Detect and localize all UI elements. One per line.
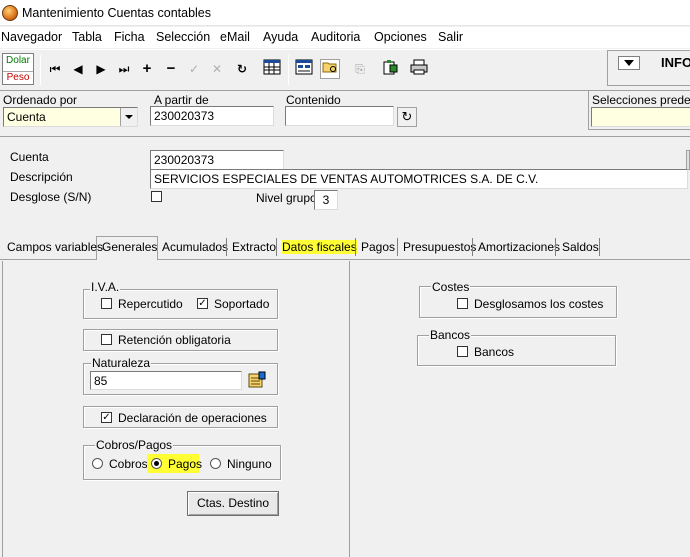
nivel-grupo-input[interactable]: 3 — [314, 190, 338, 210]
cobros-radio[interactable] — [92, 458, 103, 469]
selecciones-label: Selecciones predefin — [592, 93, 690, 107]
chevron-down-icon[interactable] — [120, 108, 137, 126]
menu-salir[interactable]: Salir — [438, 30, 463, 44]
tab-separator — [397, 238, 398, 256]
soportado-label: Soportado — [214, 297, 270, 311]
desglose-label: Desglose (S/N) — [10, 190, 92, 204]
delete-record-icon[interactable]: − — [161, 59, 181, 79]
next-record-icon[interactable]: ▶ — [91, 59, 111, 79]
desglosamos-label: Desglosamos los costes — [474, 297, 604, 311]
clipboard-icon[interactable] — [380, 59, 400, 79]
declaracion-checkbox[interactable]: ✓ — [101, 412, 112, 423]
divider — [0, 136, 690, 137]
tab-acumulados[interactable]: Acumulados — [162, 240, 228, 254]
tab-campos-variables[interactable]: Campos variables — [7, 240, 103, 254]
retencion-checkbox[interactable] — [101, 334, 112, 345]
pagos-label: Pagos — [168, 457, 203, 471]
ordenado-por-value: Cuenta — [7, 110, 46, 124]
a-partir-de-label: A partir de — [154, 93, 209, 107]
tab-saldos[interactable]: Saldos — [562, 240, 599, 254]
bancos-title: Bancos — [429, 328, 472, 342]
naturaleza-title: Naturaleza — [91, 356, 152, 370]
tab-extracto[interactable]: Extracto — [232, 240, 276, 254]
tab-separator — [599, 238, 600, 256]
pagos-radio[interactable] — [151, 458, 162, 469]
tab-datos-fiscales[interactable]: Datos fiscales — [282, 240, 357, 254]
folder-search-icon[interactable] — [320, 59, 340, 79]
cancel-icon[interactable]: ✕ — [207, 59, 227, 79]
menu-seleccion[interactable]: Selección — [156, 30, 210, 44]
a-partir-de-input[interactable]: 230020373 — [150, 106, 274, 126]
dolar-label[interactable]: Dolar — [3, 55, 33, 66]
naturaleza-lookup-icon[interactable] — [247, 371, 267, 390]
contenido-label: Contenido — [286, 93, 341, 107]
cobros-pagos-title: Cobros/Pagos — [95, 438, 174, 452]
costes-title: Costes — [431, 280, 471, 294]
confirm-icon[interactable]: ✓ — [184, 59, 204, 79]
descripcion-label: Descripción — [10, 170, 73, 184]
iva-title: I.V.A. — [90, 280, 121, 294]
menu-opciones[interactable]: Opciones — [374, 30, 427, 44]
menu-navegador[interactable]: Navegador — [1, 30, 62, 44]
ordenado-por-label: Ordenado por — [3, 93, 78, 107]
info-panel: INFO — [607, 50, 690, 86]
selecciones-select[interactable] — [591, 107, 690, 127]
tab-pagos[interactable]: Pagos — [361, 240, 395, 254]
add-record-icon[interactable]: + — [137, 59, 157, 79]
tab-separator — [276, 238, 277, 256]
tab-separator — [226, 238, 227, 256]
naturaleza-input[interactable]: 85 — [90, 371, 242, 390]
first-record-icon[interactable]: ⏮ — [45, 59, 65, 79]
tab-separator — [355, 238, 356, 256]
repercutido-label: Repercutido — [118, 297, 183, 311]
menu-ayuda[interactable]: Ayuda — [263, 30, 298, 44]
soportado-checkbox[interactable]: ✓ — [197, 298, 208, 309]
info-dropdown-icon[interactable] — [618, 56, 640, 70]
tab-generales[interactable]: Generales — [102, 240, 157, 254]
toolbar-separator — [40, 55, 41, 85]
panel-edge — [686, 150, 690, 170]
ninguno-radio[interactable] — [210, 458, 221, 469]
declaracion-label: Declaración de operaciones — [118, 411, 267, 425]
tab-amortizaciones[interactable]: Amortizaciones — [478, 240, 560, 254]
refresh-icon[interactable]: ↻ — [232, 59, 252, 79]
print-icon[interactable] — [409, 59, 429, 79]
table-view-icon[interactable] — [262, 59, 282, 79]
peso-label[interactable]: Peso — [3, 71, 33, 83]
descripcion-input[interactable]: SERVICIOS ESPECIALES DE VENTAS AUTOMOTRI… — [150, 169, 688, 189]
app-logo-icon — [2, 5, 18, 21]
window-title: Mantenimiento Cuentas contables — [22, 6, 212, 20]
cuenta-label: Cuenta — [10, 150, 49, 164]
bancos-checkbox[interactable] — [457, 346, 468, 357]
menu-tabla[interactable]: Tabla — [72, 30, 102, 44]
repercutido-checkbox[interactable] — [101, 298, 112, 309]
bancos-label: Bancos — [474, 345, 515, 359]
last-record-icon[interactable]: ⏭ — [114, 59, 134, 79]
cuenta-input[interactable]: 230020373 — [150, 150, 284, 170]
cobros-label: Cobros — [109, 457, 148, 471]
nivel-grupo-label: Nivel grupo — [256, 191, 317, 205]
form-view-icon[interactable] — [294, 59, 314, 79]
retencion-label: Retención obligatoria — [118, 333, 231, 347]
tab-separator — [555, 238, 556, 256]
menu-email[interactable]: eMail — [220, 30, 250, 44]
desglosamos-checkbox[interactable] — [457, 298, 468, 309]
ordenado-por-select[interactable]: Cuenta — [3, 107, 138, 127]
tab-separator — [472, 238, 473, 256]
search-content-icon[interactable]: ↻ — [397, 107, 417, 127]
tab-presupuestos[interactable]: Presupuestos — [403, 240, 476, 254]
toolbar-separator — [288, 55, 289, 85]
menu-auditoria[interactable]: Auditoria — [311, 30, 360, 44]
menu-ficha[interactable]: Ficha — [114, 30, 145, 44]
info-label: INFO — [661, 55, 690, 70]
copy-record-icon[interactable]: ⎘ — [350, 59, 370, 79]
previous-record-icon[interactable]: ◀ — [68, 59, 88, 79]
currency-toggle[interactable]: Dolar Peso — [2, 53, 34, 85]
ninguno-label: Ninguno — [227, 457, 272, 471]
contenido-input[interactable] — [285, 106, 394, 126]
desglose-checkbox[interactable] — [151, 191, 162, 202]
ctas-destino-button[interactable]: Ctas. Destino — [187, 491, 279, 516]
